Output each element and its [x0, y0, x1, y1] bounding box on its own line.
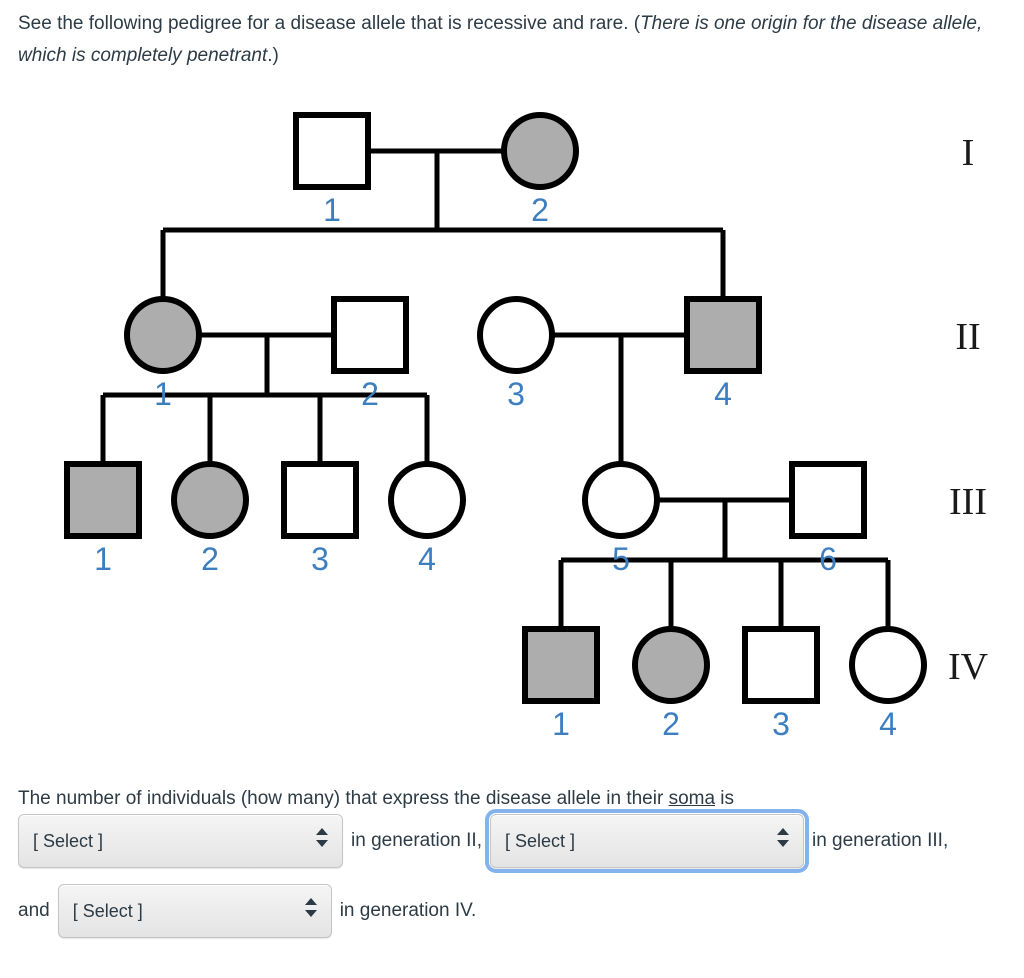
individual-IV-1: 1 — [522, 626, 600, 742]
question-after: is — [715, 788, 735, 809]
individual-number: 2 — [662, 706, 680, 742]
symbol-female-affected — [632, 626, 710, 704]
question-underlined-word: soma — [668, 788, 716, 809]
individual-number: 3 — [507, 376, 525, 412]
pedigree-connector-lines — [100, 148, 891, 629]
label-generation-2-suffix: in generation II, — [351, 830, 482, 851]
individual-number: 2 — [531, 192, 549, 228]
individual-number: 2 — [201, 541, 219, 577]
symbol-male-affected — [64, 461, 142, 539]
chevron-updown-icon — [316, 828, 328, 854]
individual-IV-4: 4 — [849, 626, 927, 742]
select-generation-2[interactable]: [ Select ] — [18, 814, 343, 868]
generation-label-I: I — [962, 132, 975, 174]
symbol-male-unaffected — [742, 626, 820, 704]
individual-II-3: 3 — [477, 296, 555, 412]
label-generation-3-suffix: in generation III, — [811, 830, 949, 851]
chevron-updown-icon — [304, 898, 317, 924]
pedigree-svg: 1 2 1 2 3 4 1 2 3 4 5 6 1 2 3 4 I II III… — [64, 112, 989, 742]
individual-I-2: 2 — [501, 112, 579, 228]
individual-number: 6 — [819, 541, 837, 577]
generation-label-IV: IV — [948, 646, 989, 688]
prompt-text: See the following pedigree for a disease… — [18, 8, 1008, 72]
individual-IV-2: 2 — [632, 626, 710, 742]
question-text: The number of individuals (how many) tha… — [18, 786, 1018, 812]
individual-III-3: 3 — [281, 461, 359, 577]
individual-number: 4 — [714, 376, 732, 412]
individual-IV-3: 3 — [742, 626, 820, 742]
prompt-plain: See the following pedigree for a disease… — [18, 13, 641, 34]
prompt-tail: .) — [267, 45, 279, 66]
answer-row-first: [ Select ] in generation II, [ Select ] … — [18, 809, 956, 873]
symbol-male-unaffected — [293, 112, 371, 190]
symbol-male-unaffected — [281, 461, 359, 539]
symbol-male-unaffected — [789, 461, 867, 539]
individual-number: 3 — [311, 541, 329, 577]
pedigree-chart: 1 2 1 2 3 4 1 2 3 4 5 6 1 2 3 4 I II III… — [0, 95, 1024, 755]
label-generation-4-suffix: in generation IV. — [339, 900, 477, 921]
select-generation-4-value: [ Select ] — [72, 901, 143, 921]
individual-III-1: 1 — [64, 461, 142, 577]
individual-number: 5 — [612, 541, 630, 577]
symbol-female-affected — [501, 112, 579, 190]
question-before: The number of individuals (how many) tha… — [18, 788, 669, 809]
generation-label-II: II — [955, 316, 980, 358]
symbol-male-unaffected — [331, 296, 409, 374]
individual-number: 1 — [154, 376, 172, 412]
label-and-prefix: and — [18, 900, 50, 921]
symbol-female-affected — [171, 461, 249, 539]
answer-row-second: and [ Select ] in generation IV. — [18, 884, 484, 938]
generation-label-III: III — [949, 481, 987, 523]
symbol-female-affected — [124, 296, 202, 374]
symbol-female-unaffected — [388, 461, 466, 539]
select-generation-4[interactable]: [ Select ] — [57, 884, 332, 938]
individual-number: 3 — [772, 706, 790, 742]
symbol-male-affected — [684, 296, 762, 374]
symbol-female-unaffected — [477, 296, 555, 374]
individual-III-2: 2 — [171, 461, 249, 577]
select-generation-3-value: [ Select ] — [504, 831, 576, 851]
individual-II-4: 4 — [684, 296, 762, 412]
individual-number: 1 — [552, 706, 570, 742]
individual-number: 4 — [418, 541, 436, 577]
symbol-female-unaffected — [849, 626, 927, 704]
symbol-female-unaffected — [582, 461, 660, 539]
chevron-updown-icon — [776, 828, 789, 854]
individual-number: 4 — [879, 706, 897, 742]
select-generation-2-value: [ Select ] — [33, 831, 104, 851]
select-generation-3[interactable]: [ Select ] — [484, 809, 809, 873]
individual-number: 1 — [323, 192, 341, 228]
individual-I-1: 1 — [293, 112, 371, 228]
individual-number: 1 — [94, 541, 112, 577]
individual-number: 2 — [361, 376, 379, 412]
symbol-male-affected — [522, 626, 600, 704]
individual-III-4: 4 — [388, 461, 466, 577]
